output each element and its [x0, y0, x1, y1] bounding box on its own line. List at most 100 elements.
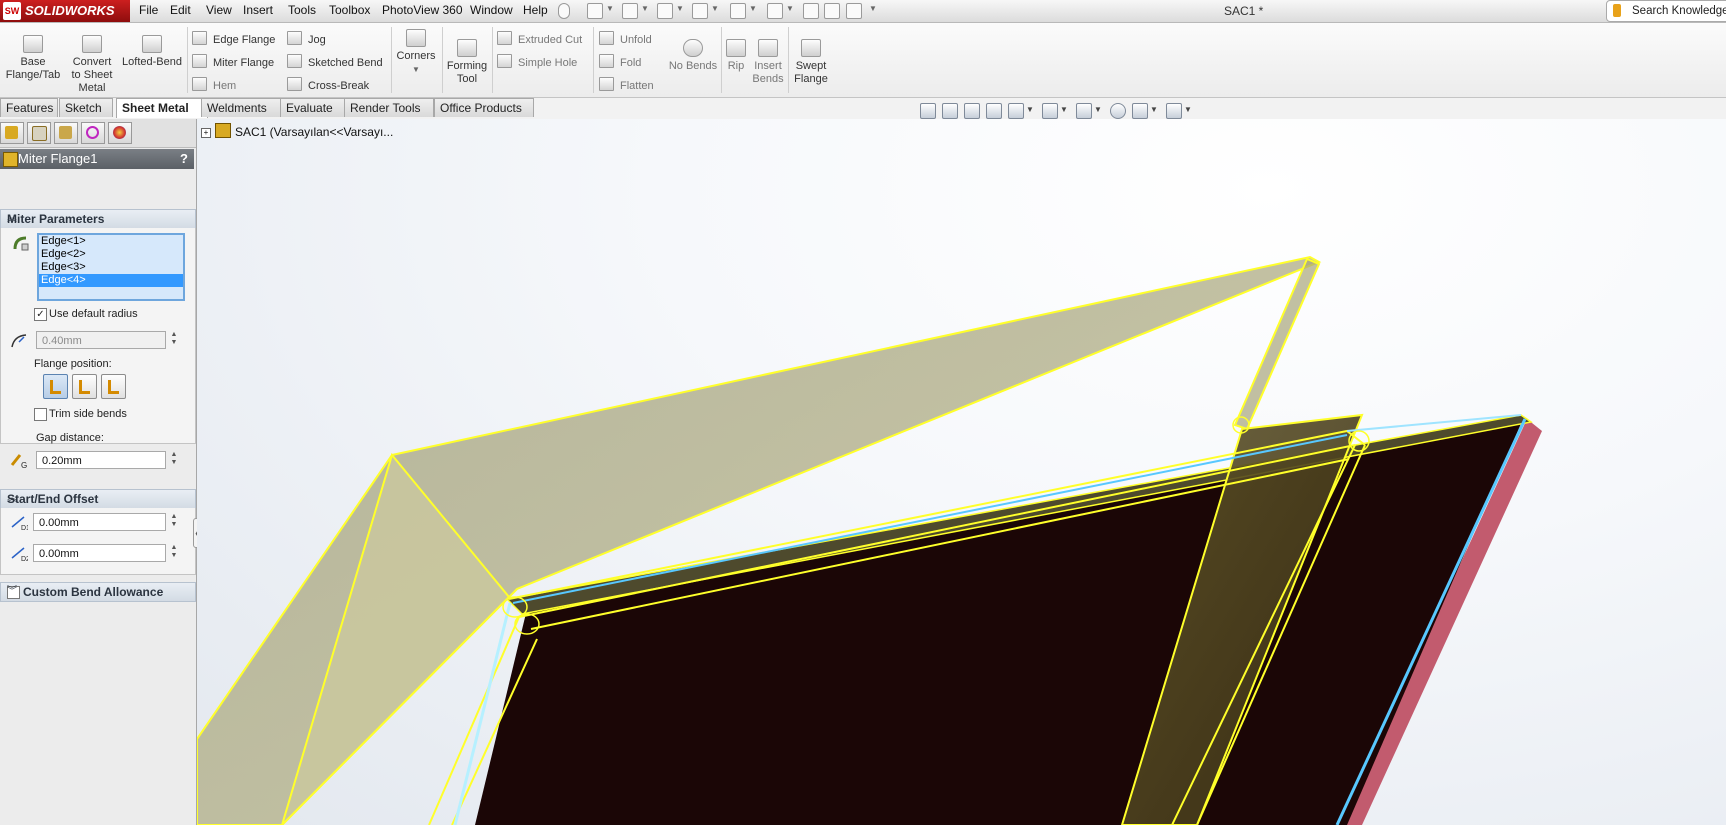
chevron-down-icon[interactable]: ▼	[676, 4, 684, 13]
corners-button[interactable]: Corners ▼	[395, 29, 437, 76]
flyout-feature-tree[interactable]: + SAC1 (Varsayılan<<Varsayı...	[201, 123, 393, 139]
options-icon[interactable]	[846, 3, 862, 19]
collapse-chevron-icon[interactable]: ︽	[7, 210, 189, 228]
gap-distance-field[interactable]: 0.20mm	[36, 451, 166, 469]
chevron-down-icon[interactable]: ▼	[641, 4, 649, 13]
edit-appearance-icon[interactable]	[1110, 103, 1126, 119]
start-end-offset-header[interactable]: Start/End Offset ︽	[0, 489, 196, 509]
chevron-down-icon[interactable]: ▼	[1060, 105, 1068, 114]
gap-distance-spinner[interactable]: ▲ ▼	[169, 451, 179, 469]
print-icon[interactable]	[692, 3, 708, 19]
rebuild-icon[interactable]	[803, 3, 819, 19]
pin-menu-icon[interactable]	[558, 3, 570, 19]
hide-show-items-icon[interactable]	[1076, 103, 1092, 119]
tab-features[interactable]: Features	[0, 98, 58, 117]
menu-window[interactable]: Window	[470, 3, 513, 17]
menu-file[interactable]: File	[139, 3, 158, 17]
material-outside-button[interactable]	[72, 374, 97, 399]
miter-flange-button[interactable]: Miter Flange	[192, 54, 274, 69]
help-button[interactable]: ?	[180, 149, 188, 169]
cross-break-button[interactable]: Cross-Break	[287, 77, 369, 92]
start-offset-spinner[interactable]: ▲ ▼	[169, 513, 179, 531]
view-orientation-icon[interactable]	[1008, 103, 1024, 119]
open-folder-icon[interactable]	[622, 3, 638, 19]
expand-plus-icon[interactable]: +	[201, 128, 211, 138]
tab-render-tools[interactable]: Render Tools	[344, 98, 434, 117]
zoom-to-fit-icon[interactable]	[920, 103, 936, 119]
rip-button[interactable]: Rip	[723, 39, 749, 73]
configuration-manager-tab[interactable]	[54, 122, 78, 144]
list-item[interactable]: Edge<3>	[39, 261, 183, 274]
collapse-chevron-icon[interactable]: ︽	[7, 490, 189, 508]
list-item[interactable]: Edge<2>	[39, 248, 183, 261]
no-bends-button[interactable]: No Bends	[668, 39, 718, 73]
chevron-down-icon[interactable]: ▼	[1094, 105, 1102, 114]
list-item-selected[interactable]: Edge<4>	[39, 274, 183, 287]
custom-bend-allowance-header[interactable]: Custom Bend Allowance ︾	[0, 582, 196, 602]
end-offset-spinner[interactable]: ▲ ▼	[169, 544, 179, 562]
list-item[interactable]: Edge<1>	[39, 235, 183, 248]
property-manager-tab[interactable]	[27, 122, 51, 144]
flatten-button[interactable]: Flatten	[599, 77, 654, 92]
insert-bends-button[interactable]: Insert Bends	[750, 39, 786, 86]
unfold-button[interactable]: Unfold	[599, 31, 652, 46]
chevron-down-icon[interactable]: ▼	[412, 65, 420, 74]
lofted-bend-button[interactable]: Lofted-Bend	[120, 35, 184, 69]
chevron-down-icon[interactable]: ▼	[711, 4, 719, 13]
menu-edit[interactable]: Edit	[170, 3, 191, 17]
menu-tools[interactable]: Tools	[288, 3, 316, 17]
save-icon[interactable]	[657, 3, 673, 19]
end-offset-distance-field[interactable]: 0.00mm	[33, 544, 166, 562]
dimxpert-manager-tab[interactable]	[81, 122, 105, 144]
menu-insert[interactable]: Insert	[243, 3, 273, 17]
section-view-icon[interactable]	[986, 103, 1002, 119]
view-settings-icon[interactable]	[1166, 103, 1182, 119]
tab-office-products[interactable]: Office Products	[434, 98, 534, 117]
zoom-to-area-icon[interactable]	[942, 103, 958, 119]
bend-outside-button[interactable]	[101, 374, 126, 399]
swept-flange-button[interactable]: Swept Flange	[790, 39, 832, 86]
material-inside-button[interactable]	[43, 374, 68, 399]
edge-flange-button[interactable]: Edge Flange	[192, 31, 275, 46]
undo-icon[interactable]	[730, 3, 746, 19]
apply-scene-icon[interactable]	[1132, 103, 1148, 119]
sheet-metal-model-preview[interactable]	[197, 119, 1726, 825]
display-style-icon[interactable]	[1042, 103, 1058, 119]
select-pointer-icon[interactable]	[767, 3, 783, 19]
chevron-down-icon[interactable]: ▼	[1026, 105, 1034, 114]
chevron-down-icon[interactable]: ▼	[1150, 105, 1158, 114]
tab-sketch[interactable]: Sketch	[59, 98, 113, 117]
menu-help[interactable]: Help	[523, 3, 548, 17]
convert-to-sheet-metal-button[interactable]: Convert to Sheet Metal	[66, 35, 118, 95]
trim-side-bends-checkbox[interactable]	[34, 408, 47, 421]
hem-button[interactable]: Hem	[192, 77, 236, 92]
chevron-down-icon[interactable]: ▼	[786, 4, 794, 13]
menu-toolbox[interactable]: Toolbox	[329, 3, 370, 17]
start-offset-distance-field[interactable]: 0.00mm	[33, 513, 166, 531]
feature-manager-tab[interactable]	[0, 122, 24, 144]
sketched-bend-button[interactable]: Sketched Bend	[287, 54, 383, 69]
forming-tool-button[interactable]: Forming Tool	[444, 39, 490, 86]
graphics-area[interactable]: + SAC1 (Varsayılan<<Varsayı...	[197, 119, 1726, 825]
solidworks-logo[interactable]: SW SOLIDWORKS	[0, 0, 130, 22]
file-properties-icon[interactable]	[824, 3, 840, 19]
bend-radius-field[interactable]: 0.40mm	[36, 331, 166, 349]
miter-parameters-header[interactable]: Miter Parameters ︽	[0, 209, 196, 229]
search-knowledge-base-input[interactable]: Search Knowledge B	[1606, 0, 1726, 22]
display-manager-tab[interactable]	[108, 122, 132, 144]
tab-sheet-metal[interactable]: Sheet Metal	[116, 98, 208, 118]
simple-hole-button[interactable]: Simple Hole	[497, 54, 577, 69]
extruded-cut-button[interactable]: Extruded Cut	[497, 31, 582, 46]
chevron-down-icon[interactable]: ▼	[606, 4, 614, 13]
radius-spinner[interactable]: ▲ ▼	[169, 331, 179, 349]
chevron-down-icon[interactable]: ▼	[869, 4, 877, 13]
edge-selection-list[interactable]: Edge<1> Edge<2> Edge<3> Edge<4>	[37, 233, 185, 301]
use-default-radius-checkbox[interactable]: ✓	[34, 308, 47, 321]
tab-weldments[interactable]: Weldments	[201, 98, 281, 117]
fold-button[interactable]: Fold	[599, 54, 641, 69]
chevron-down-icon[interactable]: ▼	[749, 4, 757, 13]
tab-evaluate[interactable]: Evaluate	[280, 98, 346, 117]
menu-photoview-360[interactable]: PhotoView 360	[382, 3, 463, 17]
chevron-down-icon[interactable]: ▼	[1184, 105, 1192, 114]
base-flange-button[interactable]: Base Flange/Tab	[3, 35, 63, 82]
